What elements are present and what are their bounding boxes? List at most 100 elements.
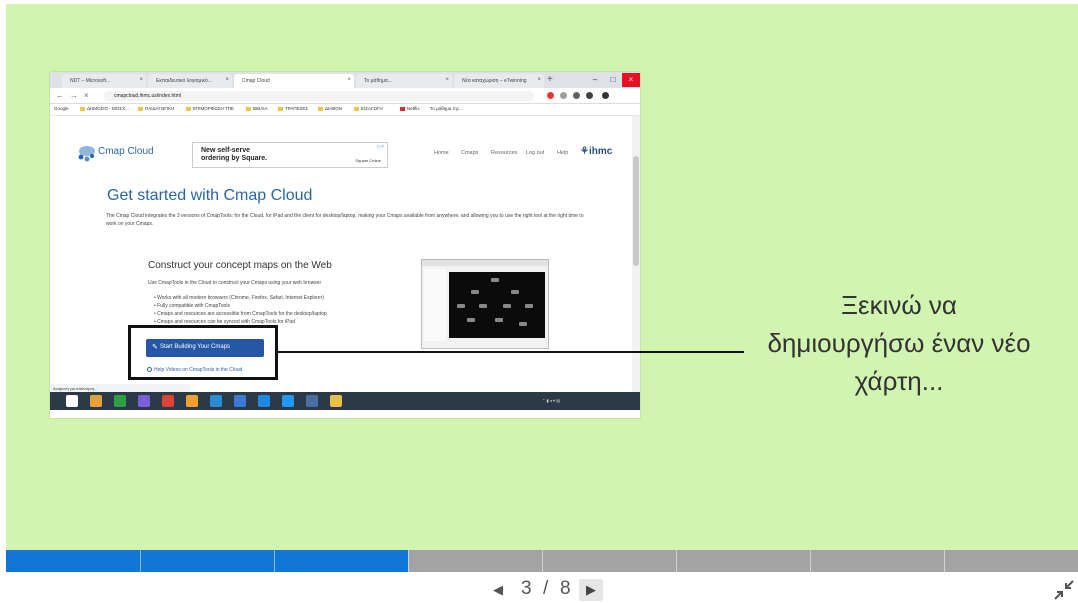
callout-line-1: Ξεκινώ να (841, 290, 957, 320)
bookmark-label: ΕΠΙΜΟΡΦΩΣΗ ΤΠΕ (193, 106, 234, 111)
nav-link-help[interactable]: Help (557, 150, 568, 156)
nav-link-resources[interactable]: Resources (491, 150, 517, 156)
tab-close-icon[interactable]: × (537, 77, 541, 83)
progress-segment[interactable] (944, 550, 1078, 572)
page-scrollbar[interactable] (632, 116, 640, 400)
bookmarks-bar: Google ΔΗΜΟΣΙΟ - ΜΟΣΧ... ΠΑΙΔΑΓΩΓΙΚΗ ΕΠΙ… (50, 104, 640, 116)
back-icon[interactable]: ← (56, 91, 64, 100)
minimize-icon[interactable]: – (586, 73, 604, 87)
cmap-logo-icon (78, 146, 95, 162)
window-close-icon[interactable]: × (622, 73, 640, 87)
taskbar-app-icon[interactable] (234, 395, 246, 407)
netflix-icon (400, 106, 405, 111)
progress-segment[interactable] (140, 550, 274, 572)
tab-label: Το μάθημα... (364, 78, 392, 84)
collapse-arrows-icon[interactable] (1052, 578, 1076, 602)
map-node (519, 322, 527, 326)
page-separator: / (543, 578, 549, 599)
progress-divider (676, 550, 677, 572)
progress-divider (810, 550, 811, 572)
bookmark[interactable]: ΕΠΙΜΟΡΦΩΣΗ ΤΠΕ (186, 106, 234, 111)
bookmark[interactable]: ΤΡΑΠΕΖΕΣ (278, 106, 308, 111)
nav-link-logout[interactable]: Log out (526, 150, 544, 156)
cmap-brand[interactable]: Cmap Cloud (98, 146, 154, 157)
list-item: Works with all modern browsers (Chrome, … (154, 294, 327, 302)
bookmark[interactable]: Το μάθημα της... (430, 106, 463, 111)
map-node (479, 304, 487, 308)
bookmark[interactable]: ΔΙΑΒΟΝ (318, 106, 342, 111)
browser-tab-bar: NDT – Microsoft... × Εκπαιδευτικό λογισμι… (50, 72, 640, 88)
bookmark-label: ΠΑΙΔΑΓΩΓΙΚΗ (145, 106, 175, 111)
preview-sidebar (424, 269, 446, 341)
taskbar-app-icon[interactable] (186, 395, 198, 407)
new-tab-icon[interactable]: + (547, 74, 553, 86)
viber-icon[interactable] (138, 395, 150, 407)
map-node (467, 318, 475, 322)
taskbar-app-icon[interactable] (90, 395, 102, 407)
nav-link-home[interactable]: Home (434, 150, 449, 156)
progress-segment[interactable] (542, 550, 676, 572)
bookmark-label: ΒΙΒΛΙΑ (253, 106, 268, 111)
forward-icon[interactable]: → (70, 91, 78, 100)
system-tray[interactable]: ⌃ ▮ ◂ ⌖ ▤ (542, 398, 560, 403)
taskbar-app-icon[interactable] (114, 395, 126, 407)
bookmark-label: ΔΗΜΟΣΙΟ - ΜΟΣΧ... (87, 106, 129, 111)
tab-close-icon[interactable]: × (225, 77, 229, 83)
profile-avatar-icon[interactable] (602, 92, 609, 99)
progress-segment[interactable] (810, 550, 944, 572)
slide-progress-bar[interactable] (6, 550, 1078, 572)
browser-tab[interactable]: Το μάθημα... × (356, 74, 452, 88)
bookmark[interactable]: ΔΗΜΟΣΙΟ - ΜΟΣΧ... (80, 106, 129, 111)
progress-segment[interactable] (408, 550, 542, 572)
progress-segment[interactable] (6, 550, 140, 572)
intro-text: The Cmap Cloud integrates the 3 versions… (106, 213, 584, 227)
extension-icon[interactable] (547, 92, 554, 99)
folder-icon (80, 106, 85, 111)
scroll-thumb[interactable] (633, 156, 639, 266)
progress-segment[interactable] (274, 550, 408, 572)
extension-icon[interactable] (573, 92, 580, 99)
triangle-right-icon[interactable]: ▶ (579, 579, 603, 601)
tab-close-icon[interactable]: × (347, 77, 351, 83)
bookmark-label: Το μάθημα της... (430, 106, 463, 111)
progress-segment[interactable] (676, 550, 810, 572)
chrome-icon[interactable] (162, 395, 174, 407)
taskbar-app-icon[interactable] (210, 395, 222, 407)
callout-text: Ξεκινώ να δημιουργήσω έναν νέο χάρτη... (734, 286, 1064, 400)
reload-icon[interactable]: × (84, 91, 89, 100)
tab-close-icon[interactable]: × (139, 77, 143, 83)
taskbar-app-icon[interactable] (258, 395, 270, 407)
tab-label: Cmap Cloud (242, 78, 270, 84)
browser-tab[interactable]: Νέα καταχώριση – eTwinning × (454, 74, 544, 88)
bookmark[interactable]: ΠΑΙΔΑΓΩΓΙΚΗ (138, 106, 174, 111)
maximize-icon[interactable]: □ (604, 73, 622, 87)
bookmark[interactable]: ΒΙΒΛΙΑ (246, 106, 268, 111)
extension-icon[interactable] (586, 92, 593, 99)
browser-tab-active[interactable]: Cmap Cloud × (234, 74, 354, 88)
bookmark[interactable]: Google (54, 106, 69, 111)
nav-link-cmaps[interactable]: Cmaps (461, 150, 478, 156)
url-input[interactable]: cmapcloud.ihmc.us/index.html (104, 91, 534, 101)
tab-close-icon[interactable]: × (445, 77, 449, 83)
bookmark-label: Google (54, 106, 69, 111)
bookmark[interactable]: Netflix (400, 106, 420, 111)
windows-taskbar: ⌃ ▮ ◂ ⌖ ▤ (50, 392, 640, 410)
ad-close-icon[interactable]: ▷× (377, 144, 384, 150)
triangle-left-icon[interactable]: ◀ (493, 581, 507, 599)
file-explorer-icon[interactable] (330, 395, 342, 407)
taskbar-app-icon[interactable] (306, 395, 318, 407)
ad-banner[interactable]: New self-serve ordering by Square. ▷× Sq… (192, 142, 388, 168)
ihmc-mark-icon: ⚘ (580, 146, 589, 157)
extension-icon[interactable] (560, 92, 567, 99)
feature-list: Works with all modern browsers (Chrome, … (154, 294, 327, 326)
page-title: Get started with Cmap Cloud (107, 187, 313, 204)
folder-icon (186, 106, 191, 111)
edge-icon[interactable] (282, 395, 294, 407)
ad-headline: New self-serve (201, 147, 251, 154)
tab-label: Νέα καταχώριση – eTwinning (462, 78, 527, 84)
windows-start-icon[interactable] (66, 395, 78, 407)
bookmark[interactable]: ΕΙΣΑΓΩΓΗ (354, 106, 383, 111)
browser-tab[interactable]: NDT – Microsoft... × (62, 74, 146, 88)
tab-label: NDT – Microsoft... (70, 78, 111, 84)
browser-tab[interactable]: Εκπαιδευτικό λογισμικό... × (148, 74, 232, 88)
